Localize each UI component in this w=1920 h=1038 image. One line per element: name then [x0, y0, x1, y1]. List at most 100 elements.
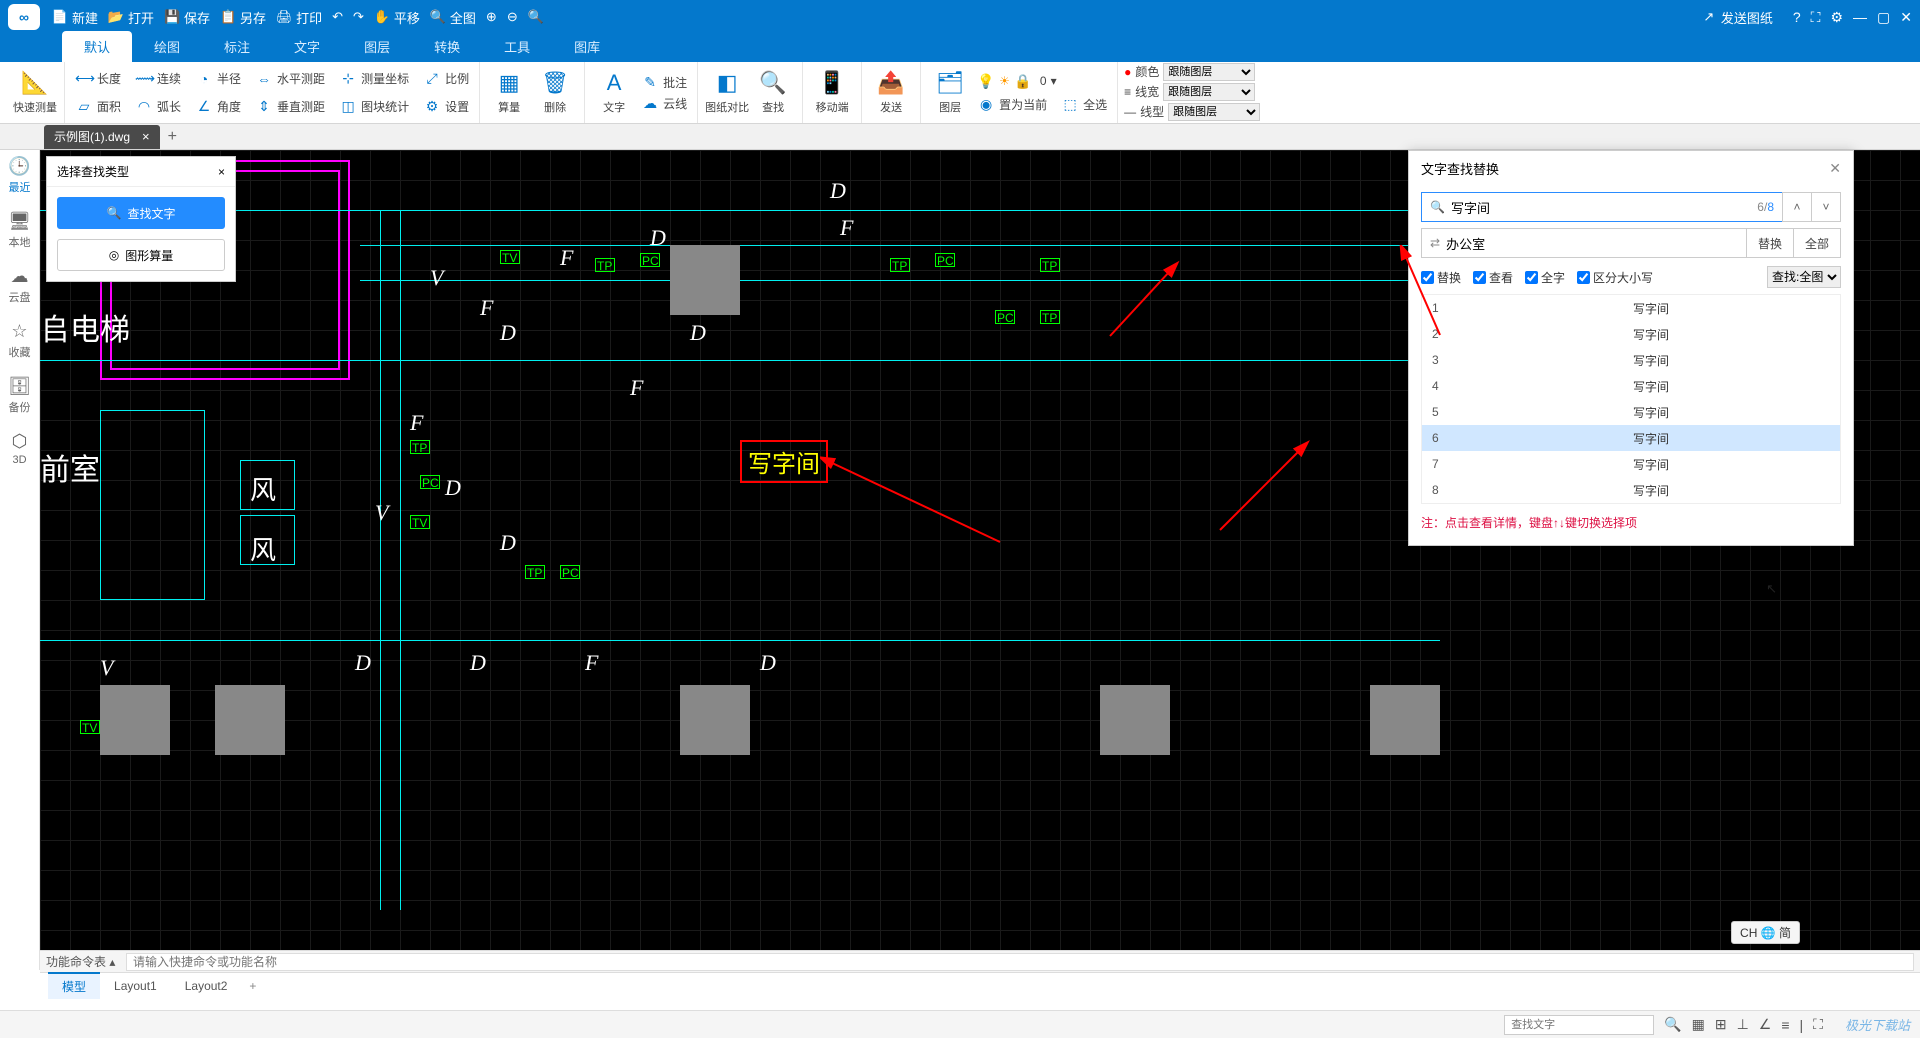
- replace-all-button[interactable]: 全部: [1793, 228, 1841, 258]
- sidebar-item-local[interactable]: 🖥本地: [8, 211, 31, 250]
- find-next-button[interactable]: ˅: [1811, 192, 1841, 222]
- statusbar-search-icon[interactable]: 🔍: [1664, 1016, 1681, 1033]
- mobile-button[interactable]: 📱移动端: [809, 65, 855, 121]
- titlebar-save[interactable]: 💾保存: [164, 8, 210, 27]
- new-tab-button[interactable]: +: [168, 128, 177, 146]
- tab-layer[interactable]: 图层: [342, 31, 412, 62]
- quick-measure-button[interactable]: 📐快速测量: [12, 65, 58, 121]
- prop-linetype[interactable]: ―线型跟随图层: [1124, 103, 1260, 121]
- result-row-7[interactable]: 7写字间: [1422, 451, 1840, 477]
- close-icon[interactable]: ✕: [1900, 9, 1912, 26]
- statusbar-polar-icon[interactable]: ∠: [1759, 1016, 1772, 1033]
- titlebar-saveas[interactable]: 📋另存: [220, 8, 266, 27]
- cloud-button[interactable]: ☁云线: [637, 93, 691, 114]
- maximize-icon[interactable]: ▢: [1877, 9, 1890, 26]
- sidebar-item-favorite[interactable]: ☆收藏: [9, 321, 31, 360]
- find-panel-close-icon[interactable]: ✕: [1829, 160, 1841, 177]
- layer-dropdown[interactable]: 💡☀🔒0 ▾: [973, 71, 1111, 92]
- titlebar-undo[interactable]: ↶: [332, 9, 343, 25]
- layer-button[interactable]: 🗂图层: [927, 65, 973, 121]
- sidebar-item-backup[interactable]: 🗄备份: [8, 376, 31, 415]
- measure-continuous[interactable]: ⟿连续: [131, 68, 185, 89]
- result-row-2[interactable]: 2写字间: [1422, 321, 1840, 347]
- help-icon[interactable]: ?: [1793, 9, 1801, 25]
- measure-angle[interactable]: ∠角度: [191, 96, 245, 117]
- result-row-5[interactable]: 5写字间: [1422, 399, 1840, 425]
- measure-length[interactable]: ⟷长度: [71, 68, 125, 89]
- tab-draw[interactable]: 绘图: [132, 31, 202, 62]
- calc-button[interactable]: ▦算量: [486, 65, 532, 121]
- statusbar-ortho-icon[interactable]: ⊥: [1737, 1016, 1749, 1033]
- result-row-4[interactable]: 4写字间: [1422, 373, 1840, 399]
- statusbar-fullscreen-icon[interactable]: ⛶: [1813, 1016, 1823, 1033]
- titlebar-redo[interactable]: ↷: [353, 9, 364, 25]
- titlebar-zoomout[interactable]: ⊖: [507, 9, 518, 25]
- opt-case-checkbox[interactable]: 区分大小写: [1577, 269, 1653, 286]
- opt-replace-checkbox[interactable]: 替换: [1421, 269, 1461, 286]
- close-tab-icon[interactable]: ×: [142, 129, 150, 144]
- sidebar-item-3d[interactable]: ⬡3D: [12, 431, 28, 466]
- settings-icon[interactable]: ⚙: [1830, 9, 1843, 26]
- statusbar-snap-icon[interactable]: ⊞: [1715, 1016, 1727, 1033]
- measure-settings[interactable]: ⚙设置: [419, 96, 473, 117]
- layout-tab-layout1[interactable]: Layout1: [100, 975, 171, 997]
- find-scope-select[interactable]: 查找:全图: [1767, 266, 1841, 288]
- tab-gallery[interactable]: 图库: [552, 31, 622, 62]
- layout-tab-model[interactable]: 模型: [48, 972, 100, 999]
- titlebar-zoomwindow[interactable]: 🔍: [528, 9, 544, 25]
- titlebar-open[interactable]: 📂打开: [108, 8, 154, 27]
- replace-button[interactable]: 替换: [1746, 228, 1794, 258]
- statusbar-grid-icon[interactable]: ▦: [1692, 1016, 1705, 1033]
- sidebar-item-recent[interactable]: 🕒最近: [8, 156, 30, 195]
- select-all-layer[interactable]: ⬚全选: [1057, 94, 1111, 115]
- search-type-close-icon[interactable]: ×: [218, 165, 225, 179]
- titlebar-zoomin[interactable]: ⊕: [486, 9, 497, 25]
- text-button[interactable]: A文字: [591, 65, 637, 121]
- set-current-layer[interactable]: ◉置为当前: [973, 94, 1051, 115]
- statusbar-search-input[interactable]: [1504, 1015, 1654, 1035]
- statusbar-lineweight-icon[interactable]: ≡: [1781, 1017, 1789, 1033]
- result-row-6[interactable]: 6写字间: [1422, 425, 1840, 451]
- annotation-button[interactable]: ✎批注: [637, 72, 691, 93]
- opt-view-checkbox[interactable]: 查看: [1473, 269, 1513, 286]
- tab-tools[interactable]: 工具: [482, 31, 552, 62]
- tab-default[interactable]: 默认: [62, 31, 132, 62]
- tab-text[interactable]: 文字: [272, 31, 342, 62]
- result-row-1[interactable]: 1写字间: [1422, 295, 1840, 321]
- compare-button[interactable]: ◧图纸对比: [704, 65, 750, 121]
- add-layout-button[interactable]: +: [241, 979, 264, 993]
- search-graphic-button[interactable]: ◎图形算量: [57, 239, 225, 271]
- measure-radius[interactable]: ◔半径: [191, 68, 245, 89]
- sidebar-item-cloud[interactable]: ☁云盘: [9, 266, 31, 305]
- result-row-3[interactable]: 3写字间: [1422, 347, 1840, 373]
- measure-area[interactable]: ▱面积: [71, 96, 125, 117]
- delete-button[interactable]: 🗑删除: [532, 65, 578, 121]
- titlebar-print[interactable]: 🖨打印: [276, 8, 322, 27]
- titlebar-pan[interactable]: ✋平移: [374, 8, 420, 27]
- command-label[interactable]: 功能命令表 ▴: [46, 953, 126, 970]
- titlebar-send-drawing[interactable]: ↗发送图纸: [1701, 8, 1773, 27]
- result-row-8[interactable]: 8写字间: [1422, 477, 1840, 503]
- fullscreen-icon[interactable]: ⛶: [1811, 9, 1821, 26]
- measure-vertical[interactable]: ⇕垂直测距: [251, 96, 329, 117]
- prop-color[interactable]: ●颜色跟随图层: [1124, 63, 1260, 81]
- opt-whole-word-checkbox[interactable]: 全字: [1525, 269, 1565, 286]
- tab-convert[interactable]: 转换: [412, 31, 482, 62]
- measure-coord[interactable]: ⊹测量坐标: [335, 68, 413, 89]
- measure-block-stats[interactable]: ◫图块统计: [335, 96, 413, 117]
- find-input[interactable]: [1451, 200, 1757, 215]
- find-prev-button[interactable]: ˄: [1782, 192, 1812, 222]
- send-button[interactable]: 📤发送: [868, 65, 914, 121]
- tab-annotate[interactable]: 标注: [202, 31, 272, 62]
- titlebar-zoomall[interactable]: 🔍全图: [430, 8, 476, 27]
- measure-horizontal[interactable]: ⇔水平测距: [251, 68, 329, 89]
- replace-input[interactable]: [1446, 236, 1738, 251]
- minimize-icon[interactable]: —: [1853, 9, 1867, 25]
- layout-tab-layout2[interactable]: Layout2: [171, 975, 242, 997]
- document-tab-active[interactable]: 示例图(1).dwg ×: [44, 125, 160, 149]
- measure-scale[interactable]: ⤢比例: [419, 68, 473, 89]
- search-text-button[interactable]: 🔍查找文字: [57, 197, 225, 229]
- titlebar-new[interactable]: 📄新建: [52, 8, 98, 27]
- command-input[interactable]: [126, 953, 1914, 971]
- prop-lineweight[interactable]: ≡线宽跟随图层: [1124, 83, 1260, 101]
